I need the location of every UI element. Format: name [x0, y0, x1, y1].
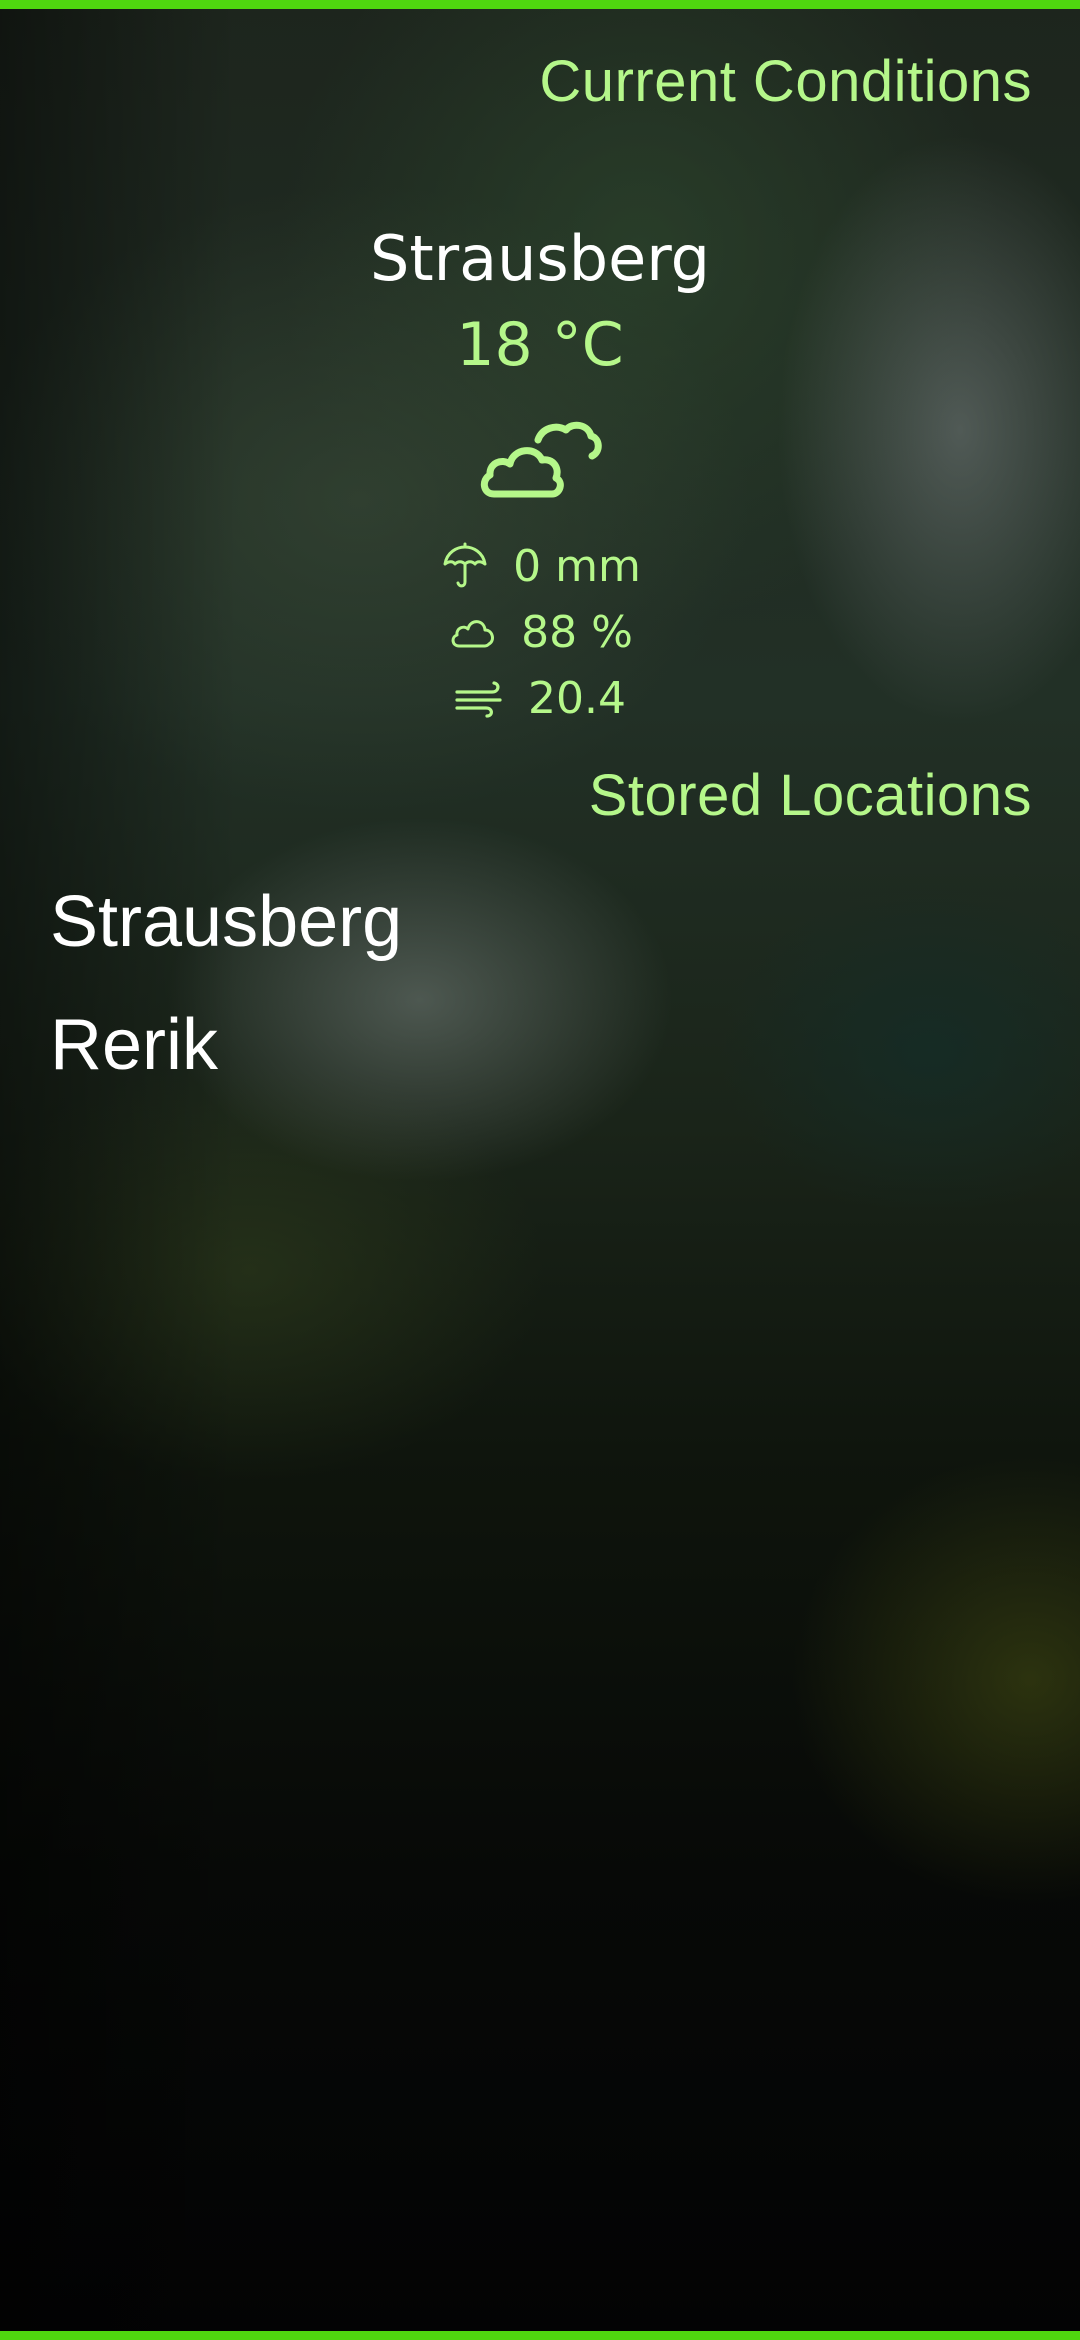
current-conditions-header: Current Conditions [539, 49, 1032, 114]
current-temperature: 18 °C [456, 310, 624, 380]
umbrella-icon [439, 540, 491, 592]
location-item-strausberg[interactable]: Strausberg [50, 860, 1030, 983]
location-item-rerik[interactable]: Rerik [50, 983, 1030, 1106]
partly-cloudy-icon [480, 421, 602, 498]
wind-value: 20.4 [528, 672, 626, 724]
cloud-cover-row: 88 % [0, 604, 1080, 660]
top-accent-bar [0, 0, 1080, 9]
bottom-accent-bar [0, 2331, 1080, 2340]
stored-locations-header: Stored Locations [588, 763, 1032, 828]
current-city-name: Strausberg [369, 222, 710, 295]
precipitation-row: 0 mm [0, 538, 1080, 594]
stored-locations-list: Strausberg Rerik [50, 860, 1030, 1106]
cloud-icon [447, 606, 499, 658]
wind-row: 20.4 [0, 670, 1080, 726]
cloud-cover-value: 88 % [521, 606, 633, 658]
wind-icon [454, 672, 506, 724]
precipitation-value: 0 mm [513, 540, 641, 592]
